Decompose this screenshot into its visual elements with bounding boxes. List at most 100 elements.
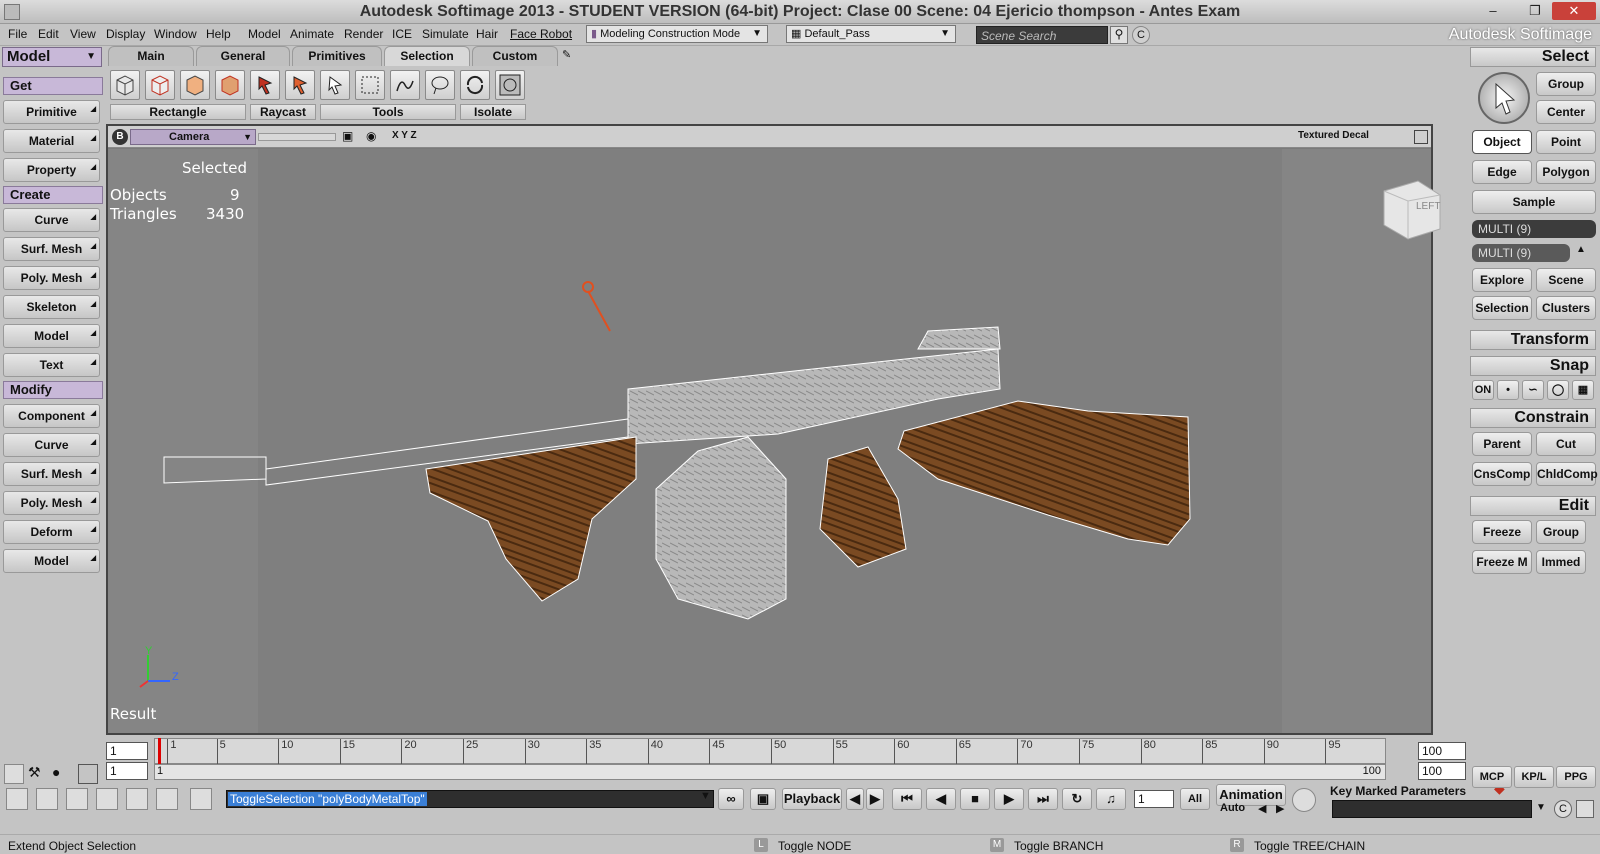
viewport[interactable]: B Camera ▼ ▣ ◉ X Y Z Textured Decal Selec… xyxy=(106,124,1441,735)
camera-dropdown[interactable]: Camera ▼ xyxy=(130,129,256,145)
select-tool-button[interactable] xyxy=(1478,72,1530,124)
camera-icon[interactable]: ▣ xyxy=(342,129,353,143)
get-header[interactable]: Get xyxy=(3,77,103,95)
wrench-icon[interactable]: ⚒ xyxy=(28,764,48,784)
layout-quad-icon[interactable] xyxy=(126,788,148,810)
freeze-m-button[interactable]: Freeze M xyxy=(1472,550,1532,574)
loop-icon[interactable]: ↻ xyxy=(1062,788,1092,810)
select-edge-cube-icon[interactable] xyxy=(145,70,175,100)
kpl-tab[interactable]: KP/L xyxy=(1514,766,1554,788)
modify-header[interactable]: Modify xyxy=(3,381,103,399)
view-cube[interactable]: LEFT xyxy=(1378,177,1441,240)
edit-group-button[interactable]: Group xyxy=(1536,520,1586,544)
chevron-down-icon[interactable]: ▼ xyxy=(700,790,711,802)
select-polygon-button[interactable]: Polygon xyxy=(1536,160,1596,184)
snap-surface-icon[interactable]: ◯ xyxy=(1547,380,1569,400)
create-surf-mesh-button[interactable]: Surf. Mesh ◢ xyxy=(3,237,100,261)
clear-search-icon[interactable]: C xyxy=(1132,26,1150,44)
playback-button[interactable]: Playback xyxy=(782,788,842,810)
select-point-cube-icon[interactable] xyxy=(215,70,245,100)
menu-file[interactable]: File xyxy=(8,27,27,41)
minimize-icon[interactable]: – xyxy=(1480,2,1506,20)
next-key-icon[interactable]: ▶ xyxy=(866,788,884,810)
menu-render[interactable]: Render xyxy=(344,27,383,41)
menu-edit[interactable]: Edit xyxy=(38,27,59,41)
snap-point-icon[interactable]: • xyxy=(1497,380,1519,400)
tab-primitives[interactable]: Primitives xyxy=(292,46,382,66)
freeform-select-icon[interactable] xyxy=(390,70,420,100)
key-marked-label[interactable]: Key Marked Parameters xyxy=(1330,784,1466,798)
selection-button[interactable]: Selection xyxy=(1472,296,1532,320)
explore-button[interactable]: Explore xyxy=(1472,268,1532,292)
cut-button[interactable]: Cut xyxy=(1536,432,1596,456)
toolbox-icon[interactable]: ▣ xyxy=(750,788,776,810)
link-icon[interactable]: ∞ xyxy=(718,788,744,810)
modify-model-button[interactable]: Model ◢ xyxy=(3,549,100,573)
snap-grid-icon[interactable]: ▦ xyxy=(1572,380,1594,400)
split-view-icon[interactable] xyxy=(78,764,98,784)
chldcomp-button[interactable]: ChldComp xyxy=(1536,462,1598,486)
select-sample-button[interactable]: Sample xyxy=(1472,190,1596,214)
selection-multi-field[interactable]: MULTI (9) xyxy=(1472,220,1596,238)
create-model-button[interactable]: Model ◢ xyxy=(3,324,100,348)
tab-general[interactable]: General xyxy=(196,46,290,66)
multi-spin-icon[interactable]: ▲ xyxy=(1576,244,1586,255)
cycle-selection-icon[interactable] xyxy=(460,70,490,100)
mcp-tab[interactable]: MCP xyxy=(1472,766,1512,788)
key-icon[interactable] xyxy=(1292,788,1316,812)
selection-multi-dropdown[interactable]: MULTI (9) xyxy=(1472,244,1570,262)
first-frame-icon[interactable]: ⏮ xyxy=(892,788,922,810)
ppg-tab[interactable]: PPG xyxy=(1556,766,1596,788)
menu-model[interactable]: Model xyxy=(248,27,281,41)
pass-dropdown[interactable]: ▦ Default_Pass ▼ xyxy=(786,25,956,43)
timeline-ruler[interactable]: 1 5 10 15 20 25 30 35 40 45 50 55 60 65 70 75 80 85 90 95 xyxy=(154,738,1386,765)
prev-key-icon[interactable]: ◀ xyxy=(846,788,864,810)
layout-5-icon[interactable] xyxy=(156,788,178,810)
raycast-tool-button[interactable]: Raycast xyxy=(250,104,316,120)
timeline-end-field-2[interactable]: 100 xyxy=(1418,762,1466,780)
select-raycast-icon[interactable] xyxy=(250,70,280,100)
auto-key-label[interactable]: Auto xyxy=(1220,802,1245,814)
select-point-button[interactable]: Point xyxy=(1536,130,1596,154)
command-line-input[interactable]: ToggleSelection "polyBodyMetalTop" xyxy=(226,790,714,808)
snap-on-button[interactable]: ON xyxy=(1472,380,1494,400)
rectangle-tool-button[interactable]: Rectangle xyxy=(110,104,246,120)
create-text-button[interactable]: Text ◢ xyxy=(3,353,100,377)
all-button[interactable]: All xyxy=(1180,788,1210,810)
palette-icon[interactable]: ● xyxy=(52,764,72,784)
select-header[interactable]: Select xyxy=(1470,47,1596,67)
tab-custom[interactable]: Custom xyxy=(472,46,558,66)
maximize-icon[interactable]: ❐ xyxy=(1522,2,1548,20)
tab-main[interactable]: Main xyxy=(108,46,194,66)
create-skeleton-button[interactable]: Skeleton ◢ xyxy=(3,295,100,319)
shading-mode-dropdown[interactable]: Textured Decal xyxy=(1298,130,1369,141)
isolate-icon[interactable] xyxy=(495,70,525,100)
constrain-header[interactable]: Constrain xyxy=(1470,408,1596,428)
isolate-button[interactable]: Isolate xyxy=(460,104,526,120)
timeline-start-field[interactable]: 1 xyxy=(106,742,148,760)
select-group-button[interactable]: Group xyxy=(1536,72,1596,96)
menu-simulate[interactable]: Simulate xyxy=(422,27,469,41)
select-raycast-alt-icon[interactable] xyxy=(285,70,315,100)
transform-header[interactable]: Transform xyxy=(1470,330,1596,350)
modify-component-button[interactable]: Component ◢ xyxy=(3,404,100,428)
search-icon[interactable]: ⚲ xyxy=(1110,26,1128,44)
modify-surf-mesh-button[interactable]: Surf. Mesh ◢ xyxy=(3,462,100,486)
menu-hair[interactable]: Hair xyxy=(476,27,498,41)
create-poly-mesh-button[interactable]: Poly. Mesh ◢ xyxy=(3,266,100,290)
scene-search-input[interactable]: Scene Search xyxy=(976,26,1108,44)
axis-xyz-label[interactable]: X Y Z xyxy=(392,130,417,141)
menu-help[interactable]: Help xyxy=(206,27,231,41)
play-backward-icon[interactable]: ◀ xyxy=(926,788,956,810)
select-object-button[interactable]: Object xyxy=(1472,130,1532,154)
timeline-end-field[interactable]: 100 xyxy=(1418,742,1466,760)
create-curve-button[interactable]: Curve ◢ xyxy=(3,208,100,232)
menu-face-robot[interactable]: Face Robot xyxy=(510,27,572,41)
chevron-down-icon[interactable]: ▼ xyxy=(1536,802,1546,813)
tab-options-icon[interactable]: ✎ xyxy=(562,48,576,62)
audio-icon[interactable]: ♫ xyxy=(1096,788,1126,810)
get-material-button[interactable]: Material ◢ xyxy=(3,129,100,153)
menu-window[interactable]: Window xyxy=(154,27,197,41)
clusters-button[interactable]: Clusters xyxy=(1536,296,1596,320)
snap-curve-icon[interactable]: ∽ xyxy=(1522,380,1544,400)
